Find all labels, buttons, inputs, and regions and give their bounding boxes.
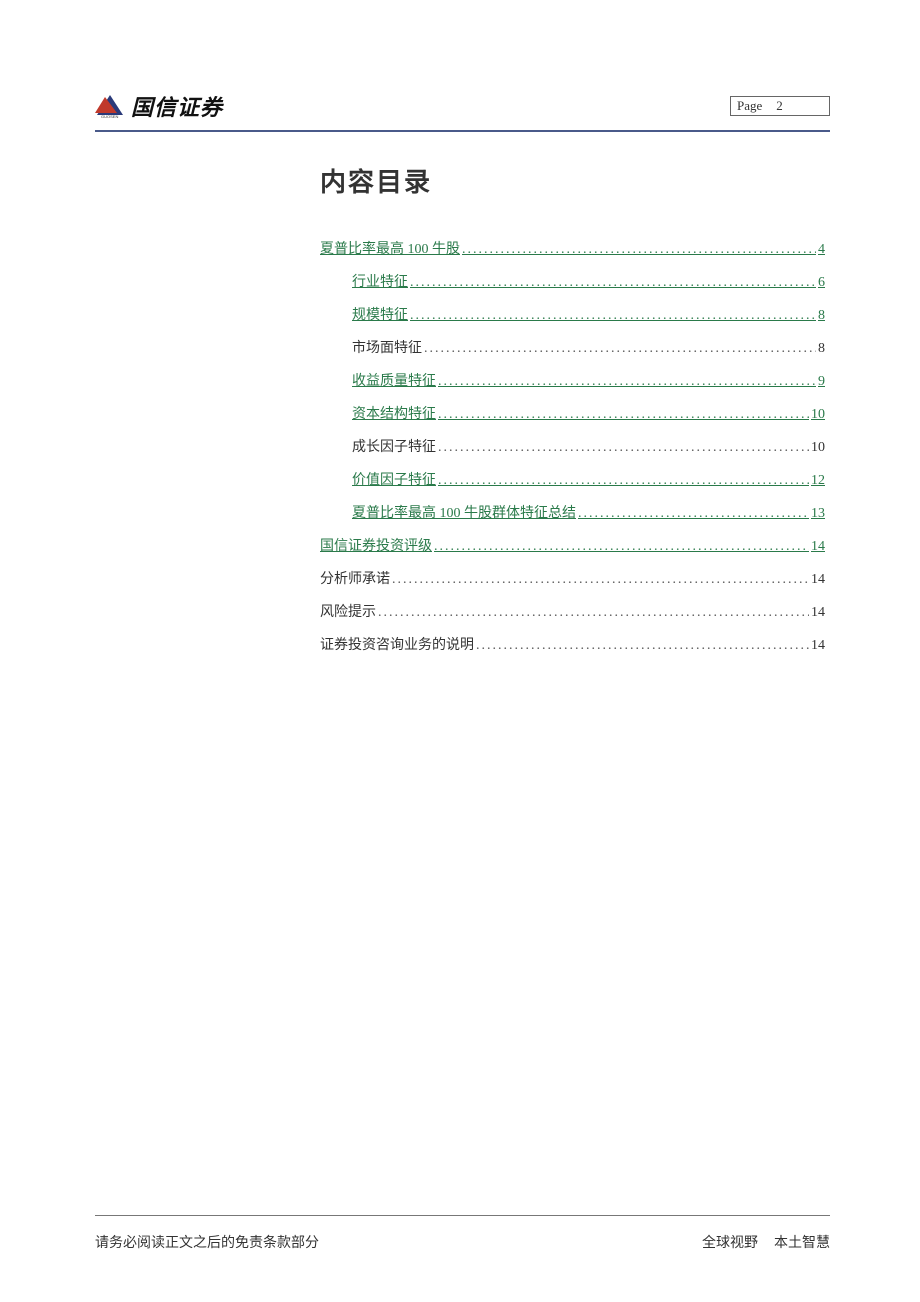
toc-item-page: 12 bbox=[811, 470, 825, 491]
toc-item-page: 13 bbox=[811, 503, 825, 524]
toc-item-label: 风险提示 bbox=[320, 602, 376, 623]
header-divider bbox=[95, 130, 830, 132]
toc-item-label: 分析师承诺 bbox=[320, 569, 390, 590]
toc-item-page: 6 bbox=[818, 272, 825, 293]
toc-item-label: 资本结构特征 bbox=[352, 404, 436, 425]
toc-item: 分析师承诺 14 bbox=[320, 569, 825, 590]
toc-item-label: 国信证券投资评级 bbox=[320, 536, 432, 557]
footer-tag-global: 全球视野 bbox=[702, 1232, 758, 1252]
toc-dots bbox=[438, 437, 809, 458]
toc-item-label: 夏普比率最高 100 牛股 bbox=[320, 239, 460, 260]
toc-dots bbox=[410, 305, 816, 326]
toc-dots bbox=[410, 272, 816, 293]
footer-disclaimer: 请务必阅读正文之后的免责条款部分 bbox=[95, 1232, 319, 1252]
toc-dots bbox=[438, 470, 809, 491]
page-footer: 请务必阅读正文之后的免责条款部分 全球视野 本土智慧 bbox=[95, 1215, 830, 1252]
toc-item-page: 14 bbox=[811, 635, 825, 656]
toc-item-page: 9 bbox=[818, 371, 825, 392]
toc-item[interactable]: 规模特征 8 bbox=[352, 305, 825, 326]
toc-item-page: 8 bbox=[818, 305, 825, 326]
toc-item-page: 14 bbox=[811, 602, 825, 623]
logo-icon: GUOSEN bbox=[95, 93, 125, 119]
page-number-badge: Page 2 bbox=[730, 96, 830, 116]
toc-item[interactable]: 行业特征 6 bbox=[352, 272, 825, 293]
toc-dots bbox=[434, 536, 809, 557]
toc-item-page: 4 bbox=[818, 239, 825, 260]
toc-item[interactable]: 价值因子特征 12 bbox=[352, 470, 825, 491]
toc-item[interactable]: 资本结构特征 10 bbox=[352, 404, 825, 425]
toc-item: 成长因子特征 10 bbox=[352, 437, 825, 458]
toc-item-page: 10 bbox=[811, 437, 825, 458]
toc-item[interactable]: 夏普比率最高 100 牛股群体特征总结 13 bbox=[352, 503, 825, 524]
toc-item-label: 价值因子特征 bbox=[352, 470, 436, 491]
toc-item-label: 市场面特征 bbox=[352, 338, 422, 359]
toc-item-label: 行业特征 bbox=[352, 272, 408, 293]
toc-item-page: 10 bbox=[811, 404, 825, 425]
svg-text:GUOSEN: GUOSEN bbox=[101, 114, 118, 119]
toc-dots bbox=[392, 569, 809, 590]
toc-item-page: 14 bbox=[811, 536, 825, 557]
page-number: 2 bbox=[776, 98, 783, 114]
toc-item-label: 夏普比率最高 100 牛股群体特征总结 bbox=[352, 503, 576, 524]
toc-item[interactable]: 国信证券投资评级 14 bbox=[320, 536, 825, 557]
page-label: Page bbox=[737, 98, 762, 114]
toc-dots bbox=[378, 602, 809, 623]
toc-dots bbox=[476, 635, 809, 656]
logo: GUOSEN 国信证券 bbox=[95, 90, 223, 122]
toc-item-page: 14 bbox=[811, 569, 825, 590]
footer-divider bbox=[95, 1215, 830, 1216]
toc-item[interactable]: 夏普比率最高 100 牛股 4 bbox=[320, 239, 825, 260]
logo-text: 国信证券 bbox=[131, 90, 223, 122]
toc-dots bbox=[462, 239, 816, 260]
toc-title: 内容目录 bbox=[320, 162, 825, 199]
toc-item: 证券投资咨询业务的说明 14 bbox=[320, 635, 825, 656]
footer-tag-local: 本土智慧 bbox=[774, 1232, 830, 1252]
toc-item-label: 成长因子特征 bbox=[352, 437, 436, 458]
page-header: GUOSEN 国信证券 Page 2 bbox=[95, 90, 830, 122]
toc-list: 夏普比率最高 100 牛股 4行业特征 6规模特征 8市场面特征 8收益质量特征… bbox=[320, 239, 825, 656]
toc-dots bbox=[438, 404, 809, 425]
toc-dots bbox=[438, 371, 816, 392]
toc-dots bbox=[578, 503, 809, 524]
toc-item: 市场面特征 8 bbox=[352, 338, 825, 359]
toc-item: 风险提示 14 bbox=[320, 602, 825, 623]
toc-item-label: 规模特征 bbox=[352, 305, 408, 326]
toc-item-page: 8 bbox=[818, 338, 825, 359]
toc-dots bbox=[424, 338, 816, 359]
toc-item-label: 证券投资咨询业务的说明 bbox=[320, 635, 474, 656]
toc-item-label: 收益质量特征 bbox=[352, 371, 436, 392]
toc-item[interactable]: 收益质量特征 9 bbox=[352, 371, 825, 392]
